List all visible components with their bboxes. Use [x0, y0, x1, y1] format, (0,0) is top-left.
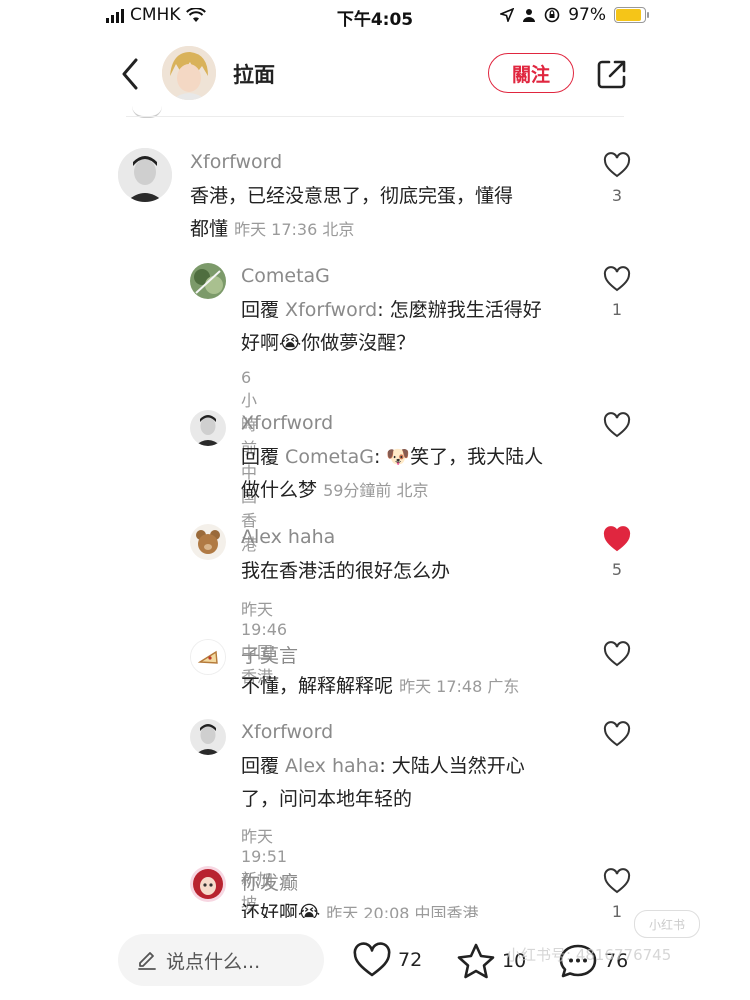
comment-text: 回覆 Xforfword: 怎麼辦我生活得好 好啊😭你做夢沒醒？	[241, 294, 581, 360]
input-placeholder: 说点什么...	[166, 950, 261, 973]
reply-prefix: 回覆	[241, 299, 286, 321]
avatar[interactable]	[118, 148, 172, 202]
reply-text-b: 你做夢沒醒？	[301, 332, 416, 354]
comment-text-line: 回覆 CometaG: 🐶笑了，我大陆人	[241, 441, 581, 474]
battery-icon	[614, 7, 649, 23]
comment-input[interactable]: 说点什么...	[118, 934, 324, 986]
dog-emoji: 🐶	[386, 446, 411, 468]
like-icon-filled[interactable]	[603, 526, 631, 552]
avatar[interactable]	[190, 410, 226, 446]
comment-author[interactable]: 你发癫	[241, 868, 298, 895]
like-icon[interactable]	[603, 721, 631, 747]
comment-time: 昨天 17:48 广东	[399, 677, 520, 696]
like-icon[interactable]	[603, 152, 631, 178]
watermark-text: 小红书号: 4816776745	[506, 946, 672, 964]
reply-text-a: 好啊	[241, 332, 280, 354]
like-total: 72	[398, 949, 423, 971]
like-icon[interactable]	[603, 641, 631, 667]
comment-text-line-2: 好啊😭你做夢沒醒？	[241, 327, 581, 360]
comment-time: 昨天 17:36 北京	[234, 220, 355, 239]
like-count: 3	[611, 186, 623, 205]
header-divider	[126, 116, 624, 117]
reply-text: : 大陆人当然开心	[379, 755, 525, 777]
comment-author[interactable]: Xforfword	[190, 151, 282, 173]
comment-text-line-end: 都懂	[190, 218, 229, 240]
status-right: 97%	[500, 5, 649, 25]
header: 拉面 關注	[96, 40, 654, 108]
comment-author[interactable]: Xforfword	[241, 412, 333, 434]
comment-text-line: 我在香港活的很好怎么办	[241, 560, 451, 582]
comment-author[interactable]: Alex haha	[241, 526, 335, 548]
avatar[interactable]	[190, 639, 226, 675]
comment-text-line: 香港，已经没意思了，彻底完蛋，懂得	[190, 185, 514, 207]
heart-icon	[353, 942, 391, 977]
avatar[interactable]	[190, 524, 226, 560]
avatar[interactable]	[190, 719, 226, 755]
comment-text-content: 不懂，解释解释呢	[241, 675, 394, 697]
comment-author[interactable]: 子莫言	[241, 641, 298, 668]
reply-text-end: 做什么梦	[241, 479, 318, 501]
pencil-icon	[138, 952, 156, 970]
crying-emoji: 😭	[279, 332, 302, 354]
reply-target[interactable]: CometaG	[285, 446, 374, 468]
like-icon[interactable]	[603, 412, 631, 438]
reply-separator: :	[373, 446, 387, 468]
comment-text-line-2: 都懂 昨天 17:36 北京	[190, 213, 590, 246]
reply-prefix: 回覆	[241, 755, 286, 777]
like-count: 1	[611, 300, 623, 319]
rotation-lock-icon	[544, 7, 560, 23]
comment-text: 香港，已经没意思了，彻底完蛋，懂得 都懂 昨天 17:36 北京	[190, 180, 590, 246]
battery-level	[616, 9, 642, 21]
comment-text-line-2: 做什么梦 59分鐘前 北京	[241, 474, 581, 507]
page-title: 拉面	[233, 63, 275, 87]
reply-prefix: 回覆	[241, 446, 286, 468]
follow-button[interactable]: 關注	[488, 53, 574, 93]
avatar[interactable]	[190, 263, 226, 299]
comment-text-line: 回覆 Alex haha: 大陆人当然开心	[241, 750, 581, 783]
comment-author[interactable]: Xforfword	[241, 721, 333, 743]
comment-text: 回覆 Alex haha: 大陆人当然开心 了，问问本地年轻的	[241, 750, 581, 816]
comment-text-line: 不懂，解释解释呢 昨天 17:48 广东	[241, 670, 581, 703]
like-count: 5	[611, 560, 623, 579]
back-icon[interactable]	[116, 54, 146, 94]
watermark-logo: 小红书	[634, 910, 700, 938]
app-frame: CMHK 下午4:05 97% 拉面 關注 Xforfword 香港，已经没意思…	[96, 0, 654, 1000]
avatar[interactable]	[190, 866, 226, 902]
author-avatar[interactable]	[162, 46, 216, 100]
like-action[interactable]: 72	[352, 942, 422, 978]
reply-text: : 怎麼辦我生活得好	[377, 299, 542, 321]
comment-author[interactable]: CometaG	[241, 265, 330, 287]
like-icon[interactable]	[603, 868, 631, 894]
comment-text-line: 回覆 Xforfword: 怎麼辦我生活得好	[241, 294, 581, 327]
reply-text: 笑了，我大陆人	[410, 446, 544, 468]
share-icon[interactable]	[594, 56, 630, 92]
comment-text: 我在香港活的很好怎么办	[241, 555, 581, 588]
star-icon	[457, 943, 495, 979]
comment-time: 59分鐘前 北京	[323, 481, 429, 500]
like-icon[interactable]	[603, 266, 631, 292]
reply-target[interactable]: Xforfword	[285, 299, 377, 321]
comment-text-line-2: 了，问问本地年轻的	[241, 788, 413, 810]
location-icon	[500, 8, 515, 22]
status-bar: CMHK 下午4:05 97%	[96, 0, 654, 32]
battery-percent: 97%	[568, 5, 606, 25]
reply-target[interactable]: Alex haha	[285, 755, 379, 777]
comment-text: 回覆 CometaG: 🐶笑了，我大陆人 做什么梦 59分鐘前 北京	[241, 441, 581, 507]
comment-text: 不懂，解释解释呢 昨天 17:48 广东	[241, 670, 581, 703]
person-icon	[523, 9, 536, 22]
